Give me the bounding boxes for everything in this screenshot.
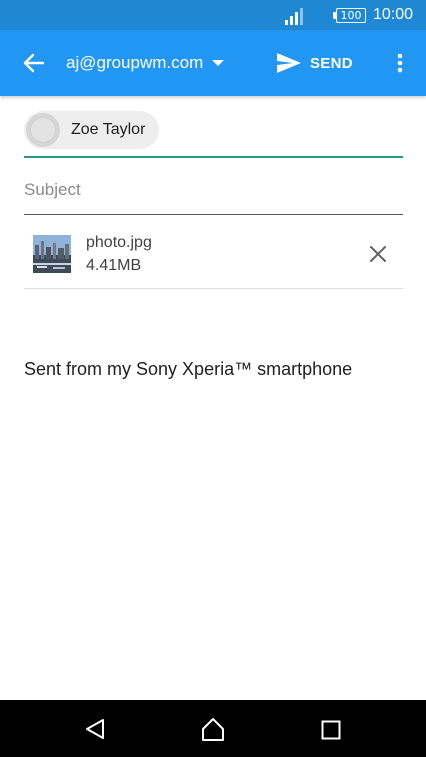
to-field[interactable]: Zoe Taylor <box>24 96 403 158</box>
status-bar: 100 10:00 <box>0 0 426 30</box>
avatar-placeholder <box>30 117 56 143</box>
account-selector[interactable]: aj@groupwm.com <box>66 50 225 76</box>
attachment-size: 4.41MB <box>86 257 142 274</box>
attachment-name: photo.jpg <box>86 234 152 251</box>
signal-icon <box>285 8 303 25</box>
subject-input[interactable] <box>24 178 403 202</box>
overflow-menu-icon[interactable] <box>388 48 412 78</box>
send-button[interactable]: SEND <box>276 48 353 78</box>
clock: 10:00 <box>373 6 414 23</box>
attachment-thumbnail <box>33 235 71 273</box>
send-icon <box>277 53 301 73</box>
avatar <box>26 113 60 147</box>
recipient-name: Zoe Taylor <box>71 121 146 138</box>
account-email: aj@groupwm.com <box>66 53 204 72</box>
remove-attachment-icon[interactable] <box>366 242 390 266</box>
battery-level: 100 <box>340 9 362 22</box>
nav-recents-icon[interactable] <box>321 720 341 740</box>
nav-home-icon[interactable] <box>200 716 226 742</box>
recipient-chip[interactable]: Zoe Taylor <box>24 111 160 149</box>
attachment-item[interactable]: photo.jpg 4.41MB <box>24 216 403 289</box>
back-arrow-icon[interactable] <box>14 43 54 83</box>
battery-icon: 100 <box>333 8 366 23</box>
message-body[interactable]: Sent from my Sony Xperia™ smartphone <box>24 359 352 380</box>
dropdown-icon <box>212 60 225 66</box>
nav-back-icon[interactable] <box>83 717 107 741</box>
subject-field <box>24 170 403 215</box>
app-bar: aj@groupwm.com SEND <box>0 30 426 96</box>
navigation-bar <box>0 700 426 757</box>
send-label: SEND <box>310 54 353 72</box>
